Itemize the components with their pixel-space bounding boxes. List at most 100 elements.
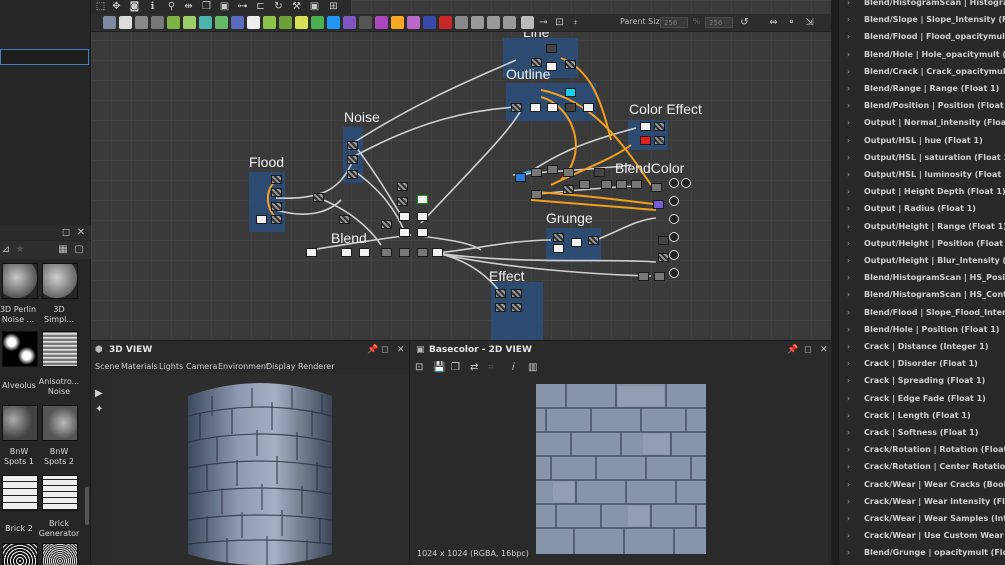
parameter-row[interactable]: › Blend/Slope | Slope_Intensity (Float 1) — [839, 12, 1005, 29]
normal-icon[interactable] — [263, 16, 276, 29]
graph-node-output[interactable] — [669, 250, 679, 260]
uv-icon[interactable]: ⌗ — [488, 362, 494, 373]
connect-icon[interactable]: ⊶ — [236, 0, 249, 13]
graph-node[interactable] — [571, 238, 582, 247]
graph-node-output[interactable] — [681, 178, 691, 188]
close-icon[interactable]: ✕ — [75, 227, 87, 239]
chevron-right-icon[interactable]: › — [847, 394, 850, 403]
value-icon[interactable] — [487, 16, 500, 29]
parameter-row[interactable]: › Output/Height | Blur_Intensity (Float 1… — [839, 253, 1005, 270]
graph-node[interactable] — [583, 103, 594, 112]
frame-title-color-effect[interactable]: Color Effect — [629, 101, 702, 117]
parameter-row[interactable]: › Output | Height Depth (Float 1) — [839, 184, 1005, 201]
chevron-right-icon[interactable]: › — [847, 0, 850, 7]
frame-title-blend[interactable]: Blend — [331, 230, 367, 246]
chevron-right-icon[interactable]: › — [847, 514, 850, 523]
link-chain-icon[interactable]: ⚬ — [785, 16, 798, 29]
parameter-row[interactable]: › Blend/Position | Position (Float 1) — [839, 98, 1005, 115]
chevron-right-icon[interactable]: › — [847, 480, 850, 489]
reset-icon[interactable]: ↺ — [738, 16, 751, 29]
parameter-row[interactable]: › Crack/Wear | Use Custom Wear Noise (Boo… — [839, 528, 1005, 545]
graph-node[interactable] — [271, 175, 282, 184]
move-icon[interactable]: ✥ — [110, 0, 123, 13]
menu-renderer[interactable]: Renderer — [298, 362, 335, 371]
chevron-right-icon[interactable]: › — [847, 445, 850, 454]
chevron-right-icon[interactable]: › — [847, 376, 850, 385]
graph-node[interactable] — [640, 122, 651, 131]
graph-node[interactable] — [563, 168, 574, 177]
parameter-row[interactable]: › Crack | Spreading (Float 1) — [839, 373, 1005, 390]
curvature-icon[interactable] — [375, 16, 388, 29]
grid-icon[interactable]: ⊞ — [327, 0, 340, 13]
parameter-row[interactable]: › Crack | Softness (Float 1) — [839, 425, 1005, 442]
grid-view-icon[interactable]: ▦ — [57, 244, 69, 256]
graph-node[interactable] — [531, 168, 542, 177]
levels-icon[interactable] — [183, 16, 196, 29]
graph-node[interactable] — [511, 103, 522, 112]
parameter-row[interactable]: › Blend/Crack | Crack_opacitymult (Float … — [839, 64, 1005, 81]
light-bulb-icon[interactable]: ✦ — [95, 404, 103, 415]
graph-node[interactable] — [565, 60, 576, 69]
graph-node[interactable] — [417, 212, 428, 221]
parameter-row[interactable]: › Output/HSL | hue (Float 1) — [839, 133, 1005, 150]
close-icon[interactable]: ✕ — [820, 345, 828, 355]
chevron-right-icon[interactable]: › — [847, 118, 850, 127]
text-icon[interactable] — [391, 16, 404, 29]
frame-title-flood[interactable]: Flood — [249, 154, 284, 170]
parameter-row[interactable]: › Blend/HistogramScan | HistogramScan — [839, 0, 1005, 12]
maximize-icon[interactable]: ◻ — [804, 345, 811, 355]
maximize-icon[interactable]: ◻ — [60, 227, 72, 239]
graph-node[interactable] — [381, 248, 392, 257]
chevron-right-icon[interactable]: › — [847, 170, 850, 179]
chevron-right-icon[interactable]: › — [847, 325, 850, 334]
graph-node[interactable] — [347, 155, 358, 164]
tile-icon[interactable] — [247, 16, 260, 29]
copy-icon[interactable]: ❐ — [451, 362, 460, 373]
graph-node[interactable] — [546, 44, 557, 53]
3d-viewport[interactable] — [112, 374, 409, 565]
parameter-row[interactable]: › Crack | Edge Fade (Float 1) — [839, 391, 1005, 408]
parameter-row[interactable]: › Output/Height | Position (Float 1) — [839, 236, 1005, 253]
library-thumb-brick-generator[interactable] — [42, 475, 78, 511]
bitmap-node-icon[interactable] — [103, 16, 116, 29]
parent-size-width-select[interactable]: 256 — [660, 17, 688, 28]
menu-camera[interactable]: Camera — [186, 362, 217, 371]
graph-node[interactable] — [347, 141, 358, 150]
refresh-icon[interactable]: ↻ — [272, 0, 285, 13]
pin-icon[interactable]: 📌 — [787, 345, 798, 355]
chevron-right-icon[interactable]: › — [847, 342, 850, 351]
parameter-row[interactable]: › Blend/Flood | Slope_Flood_Intensity (Fl… — [839, 305, 1005, 322]
image-view-icon[interactable]: ⊡ — [415, 362, 423, 373]
graph-node[interactable] — [347, 170, 358, 179]
parameter-row[interactable]: › Blend/Flood | Flood_opacitymult (Float … — [839, 29, 1005, 46]
align-icon[interactable]: ⊏ — [254, 0, 267, 13]
frame-title-grunge[interactable]: Grunge — [546, 210, 593, 226]
hsl-icon[interactable] — [311, 16, 324, 29]
graph-node[interactable] — [638, 272, 649, 281]
parameter-row[interactable]: › Blend/Hole | Hole_opacitymult (Float 1) — [839, 47, 1005, 64]
graph-node[interactable] — [271, 188, 282, 197]
parameter-row[interactable]: › Crack | Disorder (Float 1) — [839, 356, 1005, 373]
chevron-right-icon[interactable]: › — [847, 187, 850, 196]
graph-node[interactable] — [397, 197, 408, 206]
graph-node[interactable] — [359, 248, 370, 257]
parameter-row[interactable]: › Blend/HistogramScan | HS_Contrast (Floa… — [839, 287, 1005, 304]
graph-node[interactable] — [565, 103, 576, 112]
parameter-row[interactable]: › Blend/Grunge | opacitymult (Float 1) — [839, 545, 1005, 562]
parameter-row[interactable]: › Output/HSL | luminosity (Float 1) — [839, 167, 1005, 184]
frame-title-noise[interactable]: Noise — [344, 109, 380, 125]
parameter-row[interactable]: › Crack/Wear | Wear Intensity (Float 1) — [839, 494, 1005, 511]
graph-node[interactable] — [339, 215, 350, 224]
graph-node[interactable] — [313, 193, 324, 202]
graph-node[interactable] — [653, 200, 664, 209]
chevron-right-icon[interactable]: › — [847, 84, 850, 93]
graph-node[interactable] — [531, 190, 542, 199]
graph-node-output[interactable] — [669, 268, 679, 278]
graph-node[interactable] — [579, 180, 590, 189]
graph-node[interactable] — [381, 220, 392, 229]
frame-title-blend-color[interactable]: BlendColor — [615, 160, 684, 176]
switch-icon[interactable]: ⊡ — [553, 16, 566, 29]
info-icon[interactable]: 𝑖 — [512, 362, 515, 373]
parameter-row[interactable]: › Blend/HistogramScan | HS_Position (Floa… — [839, 270, 1005, 287]
chevron-right-icon[interactable]: › — [847, 462, 850, 471]
